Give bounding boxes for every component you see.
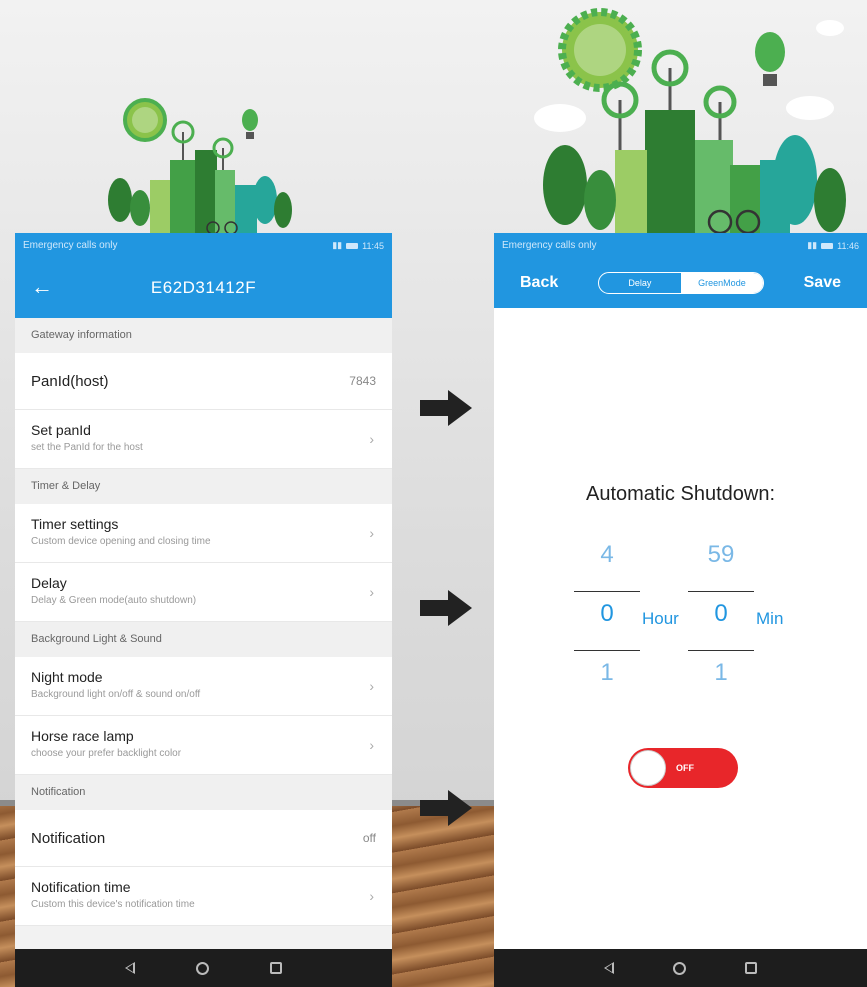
minute-selected-value: 0 (714, 600, 728, 627)
eco-city-illustration-left (108, 98, 292, 235)
row-horse-race-lamp[interactable]: Horse race lamp choose your prefer backl… (15, 716, 392, 775)
battery-icon (821, 242, 834, 249)
row-label: Notification (31, 829, 106, 847)
row-panid-host[interactable]: PanId(host) 7843 (15, 353, 392, 410)
status-bar: Emergency calls only ▮▮ 11:46 (494, 233, 867, 258)
mode-segmented-control: Delay GreenMode (597, 272, 764, 294)
back-button[interactable]: Back (520, 274, 558, 292)
row-subtitle: set the PanId for the host (31, 442, 143, 453)
section-header-timer: Timer & Delay (15, 469, 392, 504)
hour-prev-value: 4 (600, 541, 614, 568)
row-notification-time[interactable]: Notification time Custom this device's n… (15, 867, 392, 926)
hour-unit-label: Hour (642, 609, 679, 628)
hour-picker-wheel[interactable]: 4 0 1 (572, 533, 642, 709)
row-value: 7843 (349, 374, 376, 388)
android-nav-bar (494, 949, 867, 987)
tab-greenmode[interactable]: GreenMode (680, 273, 763, 293)
minute-next-value: 1 (714, 659, 728, 686)
row-label: Delay (31, 575, 67, 591)
carrier-text: Emergency calls only (502, 240, 597, 251)
app-bar: Back Delay GreenMode Save (494, 258, 867, 308)
row-subtitle: Delay & Green mode(auto shutdown) (31, 595, 197, 606)
chevron-right-icon: › (369, 678, 374, 694)
nav-home-icon[interactable] (195, 961, 209, 975)
toggle-state-label: OFF (676, 763, 694, 773)
row-delay[interactable]: Delay Delay & Green mode(auto shutdown) … (15, 563, 392, 622)
device-id-title: E62D31412F (150, 278, 257, 297)
row-label: Notification time (31, 879, 131, 895)
android-nav-bar (15, 949, 392, 987)
chevron-right-icon: › (369, 525, 374, 541)
eco-city-illustration-right (534, 8, 846, 240)
clock-text: 11:45 (362, 240, 384, 251)
system-icons: ▮▮ 11:46 (807, 240, 859, 251)
arrow-right-icon (420, 590, 472, 626)
chevron-right-icon: › (369, 431, 374, 447)
row-night-mode[interactable]: Night mode Background light on/off & sou… (15, 657, 392, 716)
row-label: Horse race lamp (31, 728, 134, 744)
nav-back-icon[interactable] (125, 962, 136, 974)
signal-icon: ▮▮ (807, 240, 818, 250)
nav-recents-icon[interactable] (745, 962, 758, 974)
section-header-gateway: Gateway information (15, 318, 392, 353)
minute-picker-wheel[interactable]: 59 0 1 (686, 533, 756, 709)
app-bar: ← E62D31412F (15, 258, 392, 318)
nav-home-icon[interactable] (672, 961, 686, 975)
automatic-shutdown-title: Automatic Shutdown: (586, 483, 775, 505)
carrier-text: Emergency calls only (23, 240, 118, 251)
signal-icon: ▮▮ (332, 240, 343, 250)
row-notification[interactable]: Notification off (15, 810, 392, 867)
arrow-right-icon (420, 390, 472, 426)
arrow-right-icon (420, 790, 472, 826)
row-subtitle: Custom device opening and closing time (31, 536, 211, 547)
tab-delay[interactable]: Delay (599, 273, 681, 293)
chevron-right-icon: › (369, 584, 374, 600)
minute-prev-value: 59 (707, 541, 735, 568)
row-subtitle: Custom this device's notification time (31, 899, 195, 910)
save-button[interactable]: Save (804, 274, 841, 292)
hour-next-value: 1 (600, 659, 614, 686)
minute-unit-label: Min (756, 609, 784, 628)
system-icons: ▮▮ 11:45 (332, 240, 384, 251)
back-arrow-icon[interactable]: ← (31, 272, 53, 302)
row-subtitle: Background light on/off & sound on/off (31, 689, 201, 700)
battery-icon (346, 242, 359, 249)
section-header-background: Background Light & Sound (15, 622, 392, 657)
section-header-notification: Notification (15, 775, 392, 810)
row-label: Timer settings (31, 516, 119, 532)
time-picker: 4 0 1 Hour 59 0 1 Min (494, 533, 867, 703)
auto-shutdown-toggle[interactable]: OFF (628, 748, 738, 788)
row-label: PanId(host) (31, 372, 109, 390)
row-label: Night mode (31, 669, 103, 685)
hour-selected-value: 0 (600, 600, 614, 627)
row-label: Set panId (31, 422, 91, 438)
toggle-knob (630, 750, 666, 786)
status-bar: Emergency calls only ▮▮ 11:45 (15, 233, 392, 258)
chevron-right-icon: › (369, 888, 374, 904)
clock-text: 11:46 (837, 240, 859, 251)
row-subtitle: choose your prefer backlight color (31, 748, 182, 759)
row-value: off (362, 831, 376, 845)
chevron-right-icon: › (369, 737, 374, 753)
nav-back-icon[interactable] (603, 962, 614, 974)
row-set-panid[interactable]: Set panId set the PanId for the host › (15, 410, 392, 469)
row-timer-settings[interactable]: Timer settings Custom device opening and… (15, 504, 392, 563)
settings-phone-screen: Emergency calls only ▮▮ 11:45 ← E62D3141… (15, 233, 392, 987)
nav-recents-icon[interactable] (269, 962, 282, 974)
delay-phone-screen: Emergency calls only ▮▮ 11:46 Back Delay… (494, 233, 867, 987)
